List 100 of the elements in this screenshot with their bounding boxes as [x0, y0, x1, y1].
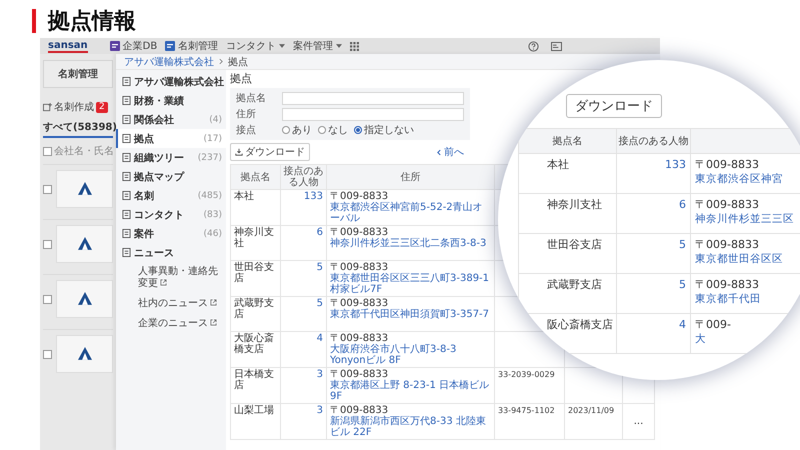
business-card-thumbnail[interactable]	[56, 170, 113, 208]
side-menu-item[interactable]: ニュース	[116, 243, 226, 262]
radio-button[interactable]	[282, 126, 290, 134]
radio-button[interactable]	[354, 126, 362, 134]
logo[interactable]: sansan	[48, 40, 88, 52]
accent-bar	[32, 9, 36, 33]
address-link[interactable]: 東京都渋谷区神宮前5-52-2青山オーバル	[330, 202, 491, 224]
side-menu-item[interactable]: コンタクト (83)	[116, 205, 226, 224]
nav-menu[interactable]: コンタクト	[226, 39, 286, 53]
address-link[interactable]: 東京都渋谷区神宮	[695, 172, 800, 186]
postal-code: 〒009-8833	[695, 198, 760, 212]
input-field[interactable]	[282, 92, 464, 104]
address-link[interactable]: 神奈川件杉並三三区北二条西3-8-3	[330, 238, 491, 249]
person-count-link[interactable]: 3	[316, 405, 323, 416]
business-card-thumbnail[interactable]	[56, 280, 113, 318]
column-header: 拠点名	[552, 136, 582, 147]
address-link[interactable]: 大	[695, 332, 800, 346]
address-link[interactable]: 東京都千代田区神田須賀町3-357-7	[330, 309, 491, 320]
branch-name: 山梨工場	[234, 405, 274, 416]
filter-label: 住所	[236, 108, 257, 121]
address-link[interactable]: 東京都港区上野 8-23-1 日本橋ビル 9F	[330, 380, 491, 402]
branch-name: 日本橋支店	[234, 369, 274, 391]
section-heading: 拠点	[230, 71, 253, 87]
checkbox[interactable]	[43, 146, 52, 156]
side-menu-item[interactable]: 案件 (46)	[116, 224, 226, 243]
download-button[interactable]: ダウンロード	[566, 94, 662, 118]
breadcrumb-current: 拠点	[228, 56, 248, 68]
download-button[interactable]: ダウンロード	[230, 143, 310, 161]
side-menu-item[interactable]: アサバ運輸株式会社	[116, 72, 226, 91]
section-card[interactable]: 名刺管理	[43, 60, 113, 88]
radio-label: 指定しない	[364, 124, 414, 137]
side-menu-item[interactable]: 財務・業績	[116, 91, 226, 110]
side-menu-item[interactable]: 関係会社 (4)	[116, 110, 226, 129]
triangle-logo-icon	[78, 237, 92, 251]
address-link[interactable]: 神奈川件杉並三三区	[695, 212, 800, 226]
date-text: 2023/11/09	[568, 406, 614, 415]
page-icon	[122, 191, 131, 200]
side-menu-item[interactable]: 拠点マップ	[116, 167, 226, 186]
business-card-thumbnail[interactable]	[56, 225, 113, 263]
branch-name: 武蔵野支店	[547, 278, 602, 291]
postal-code: 〒009-8833	[695, 278, 760, 292]
checkbox[interactable]	[43, 294, 52, 304]
person-count-link[interactable]: 3	[316, 369, 323, 380]
radio-button[interactable]	[318, 126, 326, 134]
phone-number: 33-2039-0029	[498, 370, 555, 379]
breadcrumb-link[interactable]: アサバ運輸株式会社	[124, 54, 214, 68]
business-card-thumbnail[interactable]	[56, 335, 113, 373]
input-field[interactable]	[282, 108, 464, 120]
page-title: 拠点情報	[48, 8, 136, 36]
postal-code: 〒009-8833	[330, 405, 388, 416]
help-icon[interactable]	[528, 40, 539, 52]
address-link[interactable]: 東京都世田谷区区三三八町3-389-1 村家ビル7F	[330, 273, 491, 295]
app-icon[interactable]	[110, 41, 120, 51]
side-menu-item[interactable]: 名刺 (485)	[116, 186, 226, 205]
checkbox[interactable]	[43, 240, 52, 248]
phone-number: 33-9475-1102	[498, 406, 555, 415]
person-count-link[interactable]: 5	[316, 298, 323, 309]
download-icon	[235, 148, 243, 156]
person-count-link[interactable]: 4	[679, 318, 686, 331]
more-menu[interactable]: ...	[634, 416, 644, 427]
person-count-link[interactable]: 4	[316, 333, 323, 344]
nav-tab[interactable]: 名刺管理	[178, 39, 218, 53]
branch-name: 世田谷支店	[234, 262, 274, 284]
person-count-link[interactable]: 6	[679, 198, 686, 211]
column-header: 住所	[400, 172, 420, 182]
address-link[interactable]: 東京都世田谷区区	[695, 252, 800, 266]
card-icon[interactable]	[551, 42, 562, 50]
address-link[interactable]: 大阪府渋谷市八十八町3-8-3 Yonyonビル 8F	[330, 344, 491, 366]
page-icon	[122, 77, 131, 86]
branch-name: 世田谷支店	[547, 238, 602, 251]
create-card-link[interactable]: 名刺作成	[54, 100, 94, 114]
chevron-left-icon	[437, 148, 441, 156]
side-menu-item[interactable]: 拠点 (17)	[116, 129, 226, 148]
previous-page-link[interactable]: 前へ	[437, 145, 464, 159]
nav-tab[interactable]: 企業DB	[122, 39, 158, 53]
checkbox[interactable]	[43, 350, 52, 358]
person-count-link[interactable]: 5	[316, 262, 323, 273]
branch-name: 阪心斎橋支店	[547, 318, 613, 331]
app-grid-icon[interactable]	[350, 42, 360, 50]
person-count-link[interactable]: 133	[665, 158, 686, 171]
column-header: 拠点名	[240, 172, 270, 182]
postal-code: 〒009-8833	[330, 298, 390, 309]
external-link-icon	[210, 299, 217, 306]
triangle-logo-icon	[78, 292, 92, 306]
nav-menu[interactable]: 案件管理	[293, 39, 342, 53]
news-link[interactable]: 人事異動・連絡先変更	[116, 262, 226, 294]
address-link[interactable]: 東京都千代田	[695, 292, 800, 306]
address-link[interactable]: 新潟県新潟市西区万代8-33 北陸東ビル 22F	[330, 416, 491, 438]
person-count-link[interactable]: 5	[679, 278, 686, 291]
postal-code: 〒009-	[695, 318, 732, 332]
side-menu-item[interactable]: 組織ツリー (237)	[116, 148, 226, 167]
filter-label: 拠点名	[236, 92, 267, 105]
app-icon[interactable]	[165, 41, 176, 51]
news-link[interactable]: 社内のニュース	[116, 294, 226, 314]
person-count-link[interactable]: 5	[679, 238, 686, 251]
postal-code: 〒009-8833	[330, 333, 388, 344]
checkbox[interactable]	[43, 184, 52, 194]
news-link[interactable]: 企業のニュース	[116, 314, 226, 334]
person-count-link[interactable]: 6	[316, 227, 323, 238]
person-count-link[interactable]: 133	[304, 191, 323, 202]
